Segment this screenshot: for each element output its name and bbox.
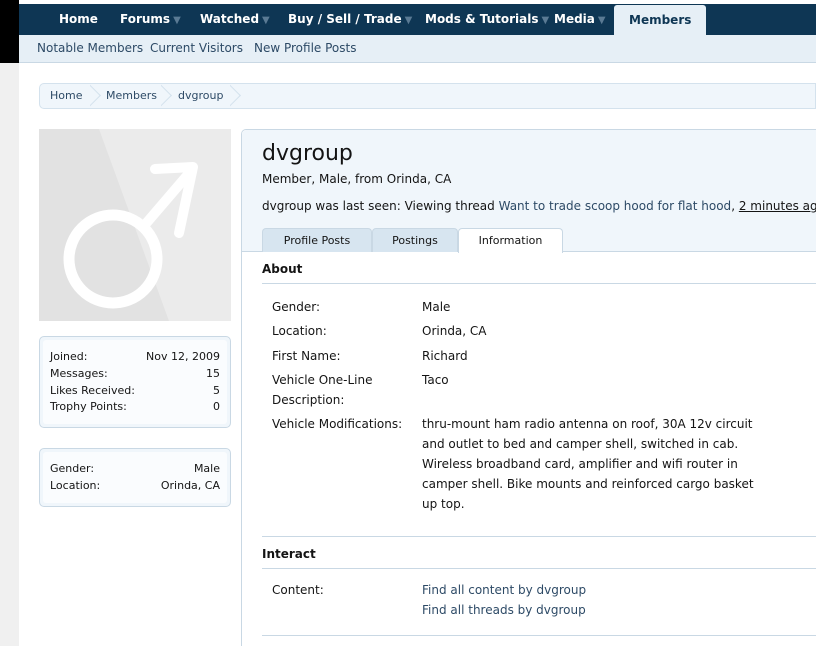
interact-links: Find all content by dvgroup Find all thr…	[422, 580, 767, 620]
breadcrumb-dvgroup[interactable]: dvgroup	[178, 84, 223, 108]
profile-main: dvgroup Member, Male, from Orinda, CA dv…	[241, 129, 816, 646]
info-row-location: Location: Orinda, CA	[50, 478, 220, 494]
last-seen-separator: ,	[731, 199, 736, 213]
last-seen-prefix: dvgroup was last seen:	[262, 199, 401, 213]
info-value: Orinda, CA	[160, 479, 220, 492]
member-stats-box: Joined: Nov 12, 2009 Messages: 15 Likes Re…	[39, 336, 231, 428]
field-label: Content:	[272, 583, 324, 597]
profile-header: dvgroup Member, Male, from Orinda, CA dv…	[242, 130, 816, 253]
field-label: Gender:	[272, 300, 321, 314]
chevron-down-icon[interactable]: ▼	[405, 15, 413, 26]
chevron-down-icon[interactable]: ▼	[173, 15, 181, 26]
field-value: Male	[422, 300, 451, 314]
nav-tab-label: Buy / Sell / Trade	[288, 12, 402, 26]
stat-value: Nov 12, 2009	[146, 350, 220, 363]
nav-tab-label: Mods & Tutorials	[425, 12, 539, 26]
stat-row-trophy-points: Trophy Points: 0	[50, 399, 220, 415]
field-value: Orinda, CA	[422, 324, 487, 338]
nav-tab-mods-tutorials[interactable]: Mods & Tutorials ▼	[425, 4, 549, 35]
field-value: Richard	[422, 349, 468, 363]
profile-username: dvgroup	[262, 141, 353, 166]
field-value: thru-mount ham radio antenna on roof, 30…	[422, 417, 754, 511]
main-nav: Home Forums ▼ Watched ▼ Buy / Sell / Trade…	[19, 4, 816, 36]
interact-section-divider	[262, 635, 816, 636]
about-section-divider	[262, 536, 816, 537]
field-label: Vehicle One-Line Description:	[272, 373, 373, 407]
last-seen: dvgroup was last seen: Viewing thread Wa…	[262, 199, 816, 213]
nav-tab-label: Watched	[200, 12, 260, 26]
stat-row-messages: Messages: 15	[50, 366, 220, 382]
find-all-threads-link[interactable]: Find all threads by dvgroup	[422, 600, 767, 620]
nav-tab-members[interactable]: Members	[614, 5, 707, 36]
info-label: Location:	[50, 479, 101, 492]
nav-tab-label: Media	[554, 12, 595, 26]
nav-tab-label: Forums	[120, 12, 171, 26]
nav-tab-label: Home	[59, 12, 98, 26]
page: Home Forums ▼ Watched ▼ Buy / Sell / Trade…	[19, 0, 816, 646]
interact-section-title: Interact	[262, 539, 816, 569]
stat-label: Joined:	[50, 350, 88, 363]
avatar[interactable]	[39, 129, 231, 321]
stat-label: Messages:	[50, 367, 108, 380]
nav-tab-media[interactable]: Media ▼	[554, 4, 606, 35]
tab-profile-posts[interactable]: Profile Posts	[262, 228, 372, 252]
info-value: Male	[193, 462, 220, 475]
profile-user-title: Member, Male, from Orinda, CA	[262, 172, 452, 186]
last-seen-time[interactable]: 2 minutes ago	[739, 199, 816, 213]
nav-tab-forums[interactable]: Forums ▼	[120, 4, 181, 35]
tab-postings[interactable]: Postings	[372, 228, 458, 252]
chevron-down-icon[interactable]: ▼	[598, 15, 606, 26]
breadcrumb-separator	[90, 84, 104, 108]
field-value: Taco	[422, 373, 449, 387]
breadcrumb-separator	[161, 84, 175, 108]
nav-tab-label: Members	[629, 13, 692, 27]
stat-value: 5	[213, 384, 220, 397]
nav-tab-buy-sell-trade[interactable]: Buy / Sell / Trade ▼	[288, 4, 412, 35]
chevron-down-icon[interactable]: ▼	[542, 15, 550, 26]
chevron-down-icon[interactable]: ▼	[262, 15, 270, 26]
stat-value: 0	[213, 400, 220, 413]
last-seen-thread-link[interactable]: Want to trade scoop hood for flat hood	[499, 199, 732, 213]
breadcrumb-separator	[230, 84, 244, 108]
stat-label: Likes Received:	[50, 384, 135, 397]
stat-row-joined: Joined: Nov 12, 2009	[50, 349, 220, 365]
nav-tab-home[interactable]: Home	[59, 4, 98, 35]
stat-value: 15	[206, 367, 220, 380]
field-label: Location:	[272, 324, 327, 338]
breadcrumb-members[interactable]: Members	[106, 84, 157, 108]
subnav-notable-members[interactable]: Notable Members	[37, 35, 143, 62]
field-label: First Name:	[272, 349, 341, 363]
about-section-title: About	[262, 254, 816, 284]
field-label: Vehicle Modifications:	[272, 417, 403, 431]
last-seen-action: Viewing thread	[404, 199, 495, 213]
breadcrumb: Home Members dvgroup	[39, 83, 816, 109]
sub-nav: Notable Members Current Visitors New Pro…	[19, 35, 816, 63]
stat-label: Trophy Points:	[50, 400, 127, 413]
nav-tab-watched[interactable]: Watched ▼	[200, 4, 270, 35]
breadcrumb-home[interactable]: Home	[50, 84, 82, 108]
stat-row-likes: Likes Received: 5	[50, 383, 220, 399]
male-symbol-icon	[63, 129, 231, 321]
info-row-gender: Gender: Male	[50, 461, 220, 477]
member-info-box: Gender: Male Location: Orinda, CA	[39, 448, 231, 507]
subnav-current-visitors[interactable]: Current Visitors	[150, 35, 243, 62]
subnav-new-profile-posts[interactable]: New Profile Posts	[254, 35, 356, 62]
find-all-content-link[interactable]: Find all content by dvgroup	[422, 580, 767, 600]
tab-information[interactable]: Information	[458, 228, 563, 253]
info-label: Gender:	[50, 462, 95, 475]
